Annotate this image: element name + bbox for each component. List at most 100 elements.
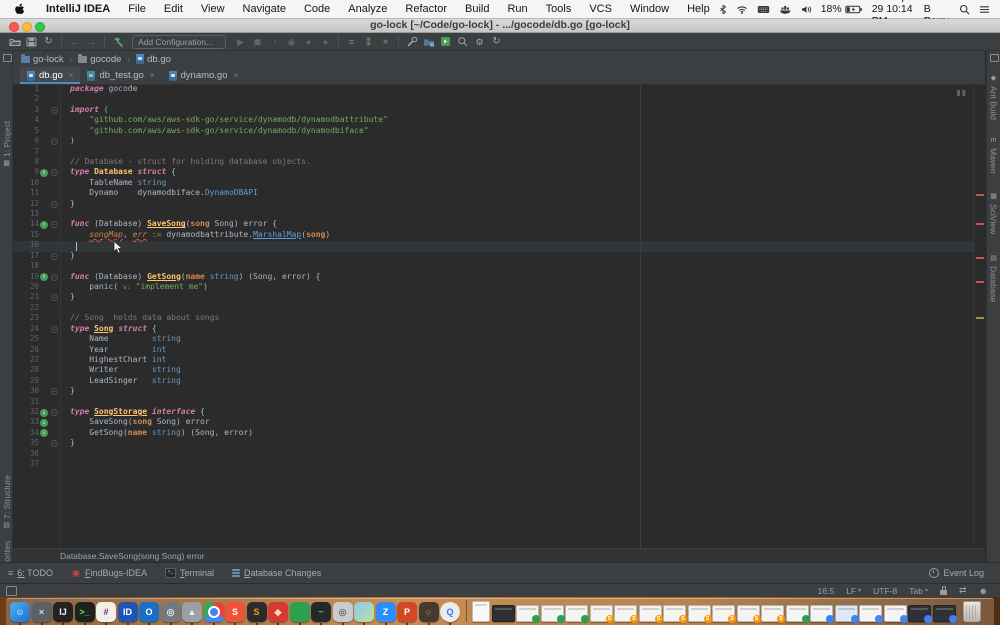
code-line-34[interactable]: GetSong(name string) (Song, error) (57, 428, 985, 438)
wifi-icon[interactable] (736, 5, 748, 14)
toolwindow-button-findbugs-idea[interactable]: FindBugs-IDEA (71, 568, 147, 578)
close-window-button[interactable] (9, 22, 19, 32)
tab-dynamo.go[interactable]: dynamo.go× (162, 67, 246, 84)
menu-item-file[interactable]: File (119, 3, 155, 15)
code-line-30[interactable]: } (57, 386, 985, 396)
dock-photos-icon[interactable] (354, 602, 374, 622)
code-line-11[interactable]: Dynamo dynamodbiface.DynamoDBAPI (57, 188, 985, 198)
code-line-8[interactable]: // Database - struct for holding databas… (57, 157, 985, 167)
menu-item-vcs[interactable]: VCS (580, 3, 621, 15)
code-line-14[interactable]: func (Database) SaveSong(song Song) erro… (57, 219, 985, 229)
run-configuration-selector[interactable]: Add Configuration... (132, 35, 226, 49)
dock-minimized-browser-dark-window-icon[interactable] (933, 605, 956, 622)
dock-sublime-text-icon[interactable]: S (247, 602, 267, 622)
toolwindow-button-terminal[interactable]: >_Terminal (165, 568, 214, 578)
search-icon[interactable] (454, 35, 471, 49)
menu-item-edit[interactable]: Edit (155, 3, 192, 15)
dock-minimized-sublime-window-icon[interactable]: S (712, 605, 735, 622)
code-line-32[interactable]: type SongStorage interface { (57, 407, 985, 417)
breadcrumb-item-gocode[interactable]: gocode (76, 54, 123, 65)
open-icon[interactable] (6, 35, 23, 49)
dock-finder-icon[interactable]: ☺ (10, 602, 30, 622)
code-editor[interactable]: 123−456−789↑−101112−1314↑−151617−1819↑−2… (13, 85, 985, 548)
dock-minimized-code-window-icon[interactable] (835, 605, 858, 622)
dock-terminal-app-icon[interactable]: >_ (75, 602, 95, 622)
dock-minimized-excel-window-icon[interactable] (786, 605, 809, 622)
dock-minimized-chrome-window-icon[interactable] (859, 605, 882, 622)
dock-minimized-sublime-window-icon[interactable]: S (590, 605, 613, 622)
code-line-36[interactable] (57, 449, 985, 459)
implemented-gutter-icon[interactable]: ↓ (40, 409, 48, 417)
code-line-18[interactable] (57, 261, 985, 271)
menu-item-refactor[interactable]: Refactor (396, 3, 456, 15)
forward-icon[interactable]: → (83, 35, 100, 49)
dock-swift-icon[interactable]: S (225, 602, 245, 622)
dock-outlook-icon[interactable]: O (139, 602, 159, 622)
tool-strip-button-1-project[interactable]: 1: Project▩ (0, 121, 13, 168)
tab-close-icon[interactable]: × (150, 71, 155, 80)
minimize-window-button[interactable] (22, 22, 32, 32)
breadcrumb-item-go-lock[interactable]: go-lock (19, 54, 66, 65)
battery-widget[interactable]: 18% (821, 3, 863, 15)
wrench-icon[interactable] (403, 35, 420, 49)
tool-strip-button-database[interactable]: ▤Database (987, 255, 1000, 302)
dock-green-app-icon[interactable] (290, 602, 310, 622)
zoom-window-button[interactable] (35, 22, 45, 32)
menu-item-view[interactable]: View (192, 3, 234, 15)
dock-node-graph-app-icon[interactable]: × (32, 602, 52, 622)
traffic-icon[interactable] (360, 35, 377, 49)
error-stripe-scrollbar[interactable] (973, 85, 985, 548)
tab-db.go[interactable]: db.go× (20, 67, 80, 84)
dock-minimized-chrome-window-icon[interactable] (884, 605, 907, 622)
tool-strip-button-ant-build[interactable]: ◆Ant Build (987, 75, 1000, 120)
settingsave-icon[interactable]: ⚙ (471, 35, 488, 49)
tool-strip-button-maven[interactable]: mMaven (987, 137, 1000, 174)
line-separator-widget[interactable]: LF▾ (846, 586, 861, 596)
implements-gutter-icon[interactable]: ↑ (40, 221, 48, 229)
code-line-23[interactable]: // Song holds data about songs (57, 313, 985, 323)
jump-icon[interactable]: ≡ (343, 35, 360, 49)
dock-activity-monitor-icon[interactable]: ~ (311, 602, 331, 622)
dock-slack-icon[interactable]: # (96, 602, 116, 622)
dock-intellij-idea-icon[interactable]: IJ (53, 602, 73, 622)
refresh-icon[interactable]: ↻ (488, 35, 505, 49)
docker-icon[interactable] (779, 5, 792, 14)
code-line-31[interactable] (57, 397, 985, 407)
implements-gutter-icon[interactable]: ↑ (40, 169, 48, 177)
profiler-icon[interactable]: ◉ (283, 35, 300, 49)
code-line-12[interactable]: } (57, 199, 985, 209)
inspections-hector-icon[interactable]: ☻ (979, 586, 988, 596)
dock-minimized-sublime-window-icon[interactable]: S (688, 605, 711, 622)
dock-minimized-browser-dark-window-icon[interactable] (908, 605, 931, 622)
tool-strip-button-sciview[interactable]: ▦SciView (987, 193, 1000, 234)
spotlight-icon[interactable] (959, 4, 970, 15)
code-line-17[interactable]: } (57, 251, 985, 261)
code-line-6[interactable]: ) (57, 136, 985, 146)
code-line-33[interactable]: SaveSong(song Song) error (57, 417, 985, 427)
code-line-19[interactable]: func (Database) GetSong(name string) (So… (57, 272, 985, 282)
code-line-9[interactable]: type Database struct { (57, 167, 985, 177)
code-line-13[interactable] (57, 209, 985, 219)
breadcrumb-item-db.go[interactable]: db.go (134, 54, 173, 65)
code-line-5[interactable]: "github.com/aws/aws-sdk-go/service/dynam… (57, 126, 985, 136)
encoding-widget[interactable]: UTF-8 (873, 586, 897, 596)
code-line-1[interactable]: package gocode (57, 85, 985, 94)
toolwindow-button-database-changes[interactable]: Database Changes (232, 568, 321, 578)
menu-item-analyze[interactable]: Analyze (339, 3, 396, 15)
tab-close-icon[interactable]: × (234, 71, 239, 80)
dock-minimized-excel-window-icon[interactable] (565, 605, 588, 622)
dock-chrome-icon[interactable] (204, 602, 224, 622)
dock-telescope-app-icon[interactable]: ○ (419, 602, 439, 622)
caret-position-widget[interactable]: 16:5 (818, 586, 835, 596)
readonly-lock-icon[interactable] (940, 590, 947, 595)
code-line-37[interactable] (57, 459, 985, 469)
debug-icon[interactable] (249, 35, 266, 49)
tool-window-corner-icon[interactable] (990, 54, 999, 62)
tab-db_test.go[interactable]: db_test.go× (80, 67, 161, 84)
code-line-2[interactable] (57, 94, 985, 104)
bluetooth-icon[interactable] (719, 4, 727, 15)
dock-powerpoint-icon[interactable]: P (397, 602, 417, 622)
hammer-icon[interactable] (109, 35, 126, 49)
code-line-35[interactable]: } (57, 438, 985, 448)
dock-minimized-sublime-window-icon[interactable]: S (761, 605, 784, 622)
